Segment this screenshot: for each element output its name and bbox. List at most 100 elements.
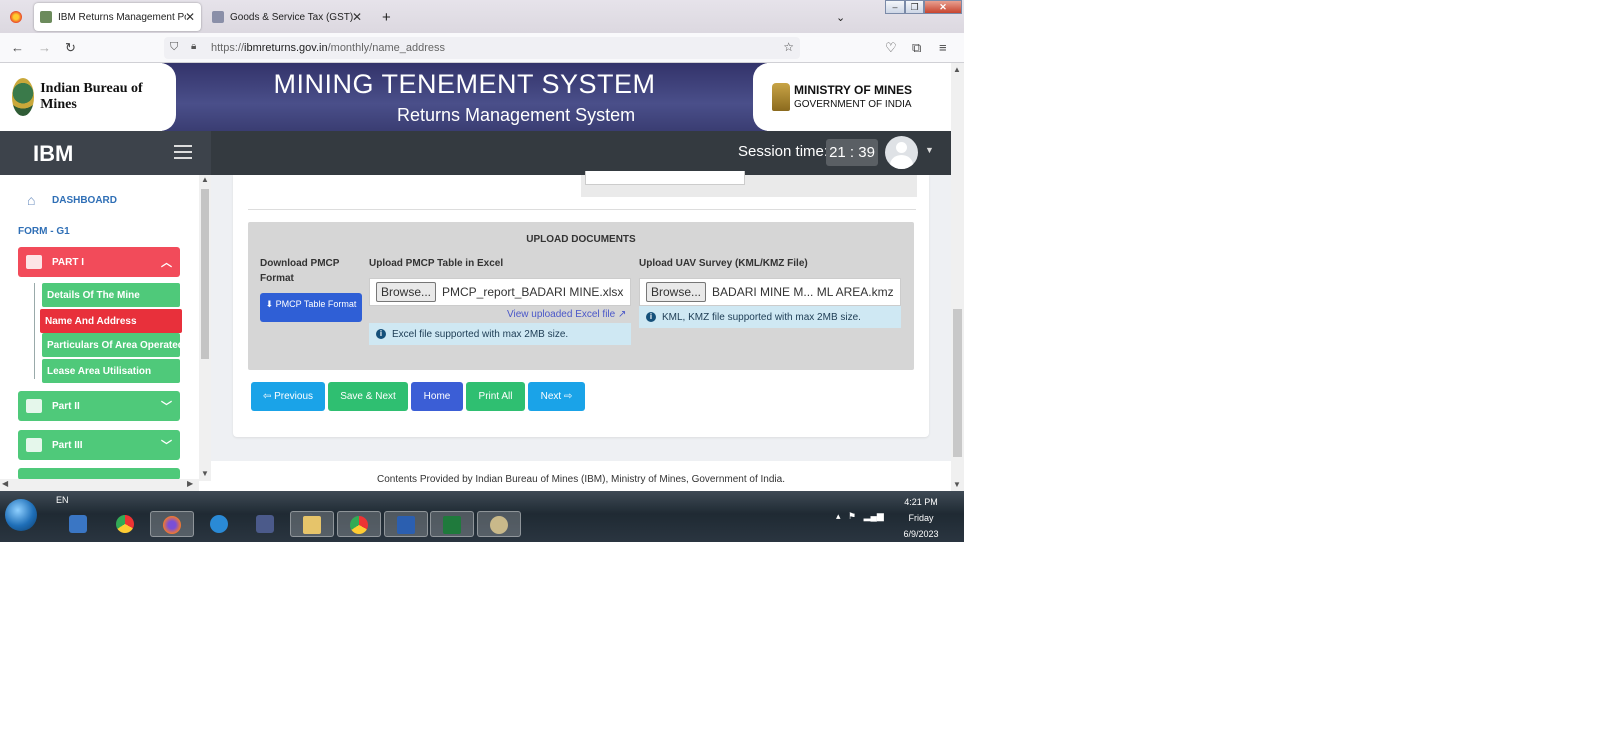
- upload-documents-panel: UPLOAD DOCUMENTS Download PMCP Format ⬇ …: [248, 222, 914, 370]
- sidebar-item-part-3[interactable]: Part III ﹀: [18, 430, 180, 460]
- close-tab-icon[interactable]: ✕: [352, 10, 362, 24]
- close-tab-icon[interactable]: ✕: [185, 10, 195, 24]
- chevron-down-icon: ﹀: [161, 401, 172, 413]
- pmcp-button-label: PMCP Table Format: [275, 299, 357, 309]
- url-path: /monthly/name_address: [327, 42, 445, 54]
- bookmark-star-icon[interactable]: ☆: [783, 40, 794, 54]
- screen: IBM Returns Management Port ✕ Goods & Se…: [0, 0, 964, 542]
- sidebar-horizontal-scrollbar[interactable]: ◀ ▶: [0, 479, 199, 491]
- uav-info-text: KML, KMZ file supported with max 2MB siz…: [662, 311, 861, 323]
- previous-section-input[interactable]: [585, 171, 745, 185]
- reload-icon[interactable]: ↻: [65, 40, 76, 56]
- download-pmcp-label: Download PMCP Format: [260, 258, 340, 284]
- pmcp-table-format-button[interactable]: ⬇ PMCP Table Format: [260, 293, 362, 322]
- form-card: UPLOAD DOCUMENTS Download PMCP Format ⬇ …: [233, 171, 929, 437]
- home-button[interactable]: Home: [411, 382, 463, 411]
- clock-day: Friday: [908, 513, 934, 523]
- excel-browse-button[interactable]: Browse...: [376, 282, 437, 302]
- ibm-seal-icon: [12, 78, 35, 116]
- document-icon: [26, 255, 42, 269]
- sidebar-item-particulars-of-area[interactable]: Particulars Of Area Operated: [42, 333, 180, 357]
- brand-text[interactable]: IBM: [33, 141, 73, 167]
- start-button-icon[interactable]: [5, 499, 37, 531]
- firefox-icon[interactable]: [150, 511, 194, 537]
- minimize-window-button[interactable]: –: [885, 0, 905, 14]
- print-all-button[interactable]: Print All: [466, 382, 525, 411]
- menu-icon[interactable]: ≡: [939, 40, 947, 55]
- ibm-logo[interactable]: Indian Bureau of Mines: [12, 73, 162, 121]
- previous-button[interactable]: ⇦ Previous: [251, 382, 325, 411]
- forward-arrow-icon[interactable]: →: [38, 40, 51, 55]
- photo-viewer-icon[interactable]: [250, 511, 280, 537]
- top-navbar: IBM Session time: 21 : 39 ▼: [0, 131, 951, 175]
- tab-label: Goods & Service Tax (GST) | Us: [230, 11, 354, 23]
- sidebar-item-lease-area-utilisation[interactable]: Lease Area Utilisation: [42, 359, 180, 383]
- scroll-right-icon[interactable]: ▶: [187, 479, 193, 488]
- paint-icon[interactable]: [477, 511, 521, 537]
- list-all-tabs-icon[interactable]: ⌄: [830, 3, 850, 31]
- close-window-button[interactable]: ✕: [924, 0, 962, 14]
- scroll-up-icon[interactable]: ▲: [953, 65, 961, 74]
- view-uploaded-excel-link[interactable]: View uploaded Excel file ↗: [507, 309, 626, 320]
- pocket-icon[interactable]: ♡: [885, 40, 897, 56]
- url-bar[interactable]: ⛉ 🔒︎ https://ibmreturns.gov.in/monthly/n…: [164, 37, 800, 59]
- hamburger-menu-icon[interactable]: [174, 145, 192, 159]
- header-banner: MINING TENEMENT SYSTEM Returns Managemen…: [160, 63, 769, 131]
- divider: [248, 209, 916, 210]
- new-tab-button[interactable]: +: [376, 3, 400, 31]
- download-icon: ⬇: [265, 299, 274, 309]
- excel-file-input[interactable]: Browse... PMCP_report_BADARI MINE.xlsx: [369, 278, 631, 306]
- word-icon[interactable]: [384, 511, 428, 537]
- next-button[interactable]: Next ⇨: [528, 382, 585, 411]
- firefox-menu-icon[interactable]: [4, 3, 30, 31]
- save-next-button[interactable]: Save & Next: [328, 382, 408, 411]
- page-footer: Contents Provided by Indian Bureau of Mi…: [211, 461, 951, 491]
- scroll-down-icon[interactable]: ▼: [953, 480, 961, 489]
- caret-down-icon[interactable]: ▼: [925, 145, 934, 155]
- sidebar-item-details-of-mine[interactable]: Details Of The Mine: [42, 283, 180, 307]
- internet-explorer-icon[interactable]: [204, 511, 234, 537]
- sidebar-item-part-1[interactable]: PART I ︿: [18, 247, 180, 277]
- user-avatar[interactable]: [885, 136, 918, 169]
- url-prefix: https://: [211, 42, 245, 54]
- lock-icon[interactable]: 🔒︎: [191, 41, 196, 52]
- briefcase-icon: [26, 399, 42, 413]
- page-vertical-scrollbar[interactable]: ▲ ▼: [951, 63, 964, 491]
- scrollbar-thumb[interactable]: [201, 189, 209, 359]
- shield-icon[interactable]: ⛉: [170, 41, 178, 54]
- chrome-icon[interactable]: [110, 511, 140, 537]
- clock[interactable]: 4:21 PM Friday 6/9/2023: [895, 494, 947, 542]
- excel-icon[interactable]: [430, 511, 474, 537]
- site-header: Indian Bureau of Mines MINING TENEMENT S…: [0, 63, 951, 131]
- sidebar-item-dashboard[interactable]: DASHBOARD: [52, 195, 117, 206]
- sidebar-tree-line: [34, 283, 35, 379]
- previous-label: Previous: [274, 391, 314, 402]
- maximize-window-button[interactable]: ❐: [905, 0, 924, 14]
- sidebar-form-label[interactable]: FORM - G1: [18, 226, 70, 237]
- excel-info-alert: i Excel file supported with max 2MB size…: [369, 323, 631, 345]
- scroll-down-icon[interactable]: ▼: [201, 469, 209, 478]
- clock-time: 4:21 PM: [904, 497, 938, 507]
- scroll-up-icon[interactable]: ▲: [201, 175, 209, 184]
- tab-ibm-returns[interactable]: IBM Returns Management Port ✕: [34, 3, 201, 31]
- tab-gst[interactable]: Goods & Service Tax (GST) | Us ✕: [206, 3, 368, 31]
- briefcase-icon: [26, 438, 42, 452]
- sidebar-item-part-2[interactable]: Part II ﹀: [18, 391, 180, 421]
- site-title: MINING TENEMENT SYSTEM: [273, 69, 656, 99]
- file-explorer-icon[interactable]: [290, 511, 334, 537]
- scrollbar-thumb[interactable]: [953, 309, 962, 457]
- system-tray-icons[interactable]: ▴ ⚑ ▂▄▆: [836, 511, 884, 522]
- sidebar-vertical-scrollbar[interactable]: ▲ ▼: [199, 175, 211, 481]
- media-player-icon[interactable]: [63, 511, 93, 537]
- uav-file-input[interactable]: Browse... BADARI MINE M... ML AREA.kmz: [639, 278, 901, 306]
- view-link-label: View uploaded Excel file: [507, 309, 616, 320]
- upload-heading: UPLOAD DOCUMENTS: [526, 234, 636, 245]
- extensions-icon[interactable]: ⧉: [912, 40, 921, 56]
- uav-browse-button[interactable]: Browse...: [646, 282, 707, 302]
- language-indicator[interactable]: EN: [56, 495, 69, 505]
- back-arrow-icon[interactable]: ←: [11, 40, 24, 55]
- chevron-up-icon: ︿: [161, 257, 172, 269]
- chrome-window-icon[interactable]: [337, 511, 381, 537]
- scroll-left-icon[interactable]: ◀: [2, 479, 8, 488]
- sidebar-item-name-and-address[interactable]: Name And Address: [40, 309, 182, 333]
